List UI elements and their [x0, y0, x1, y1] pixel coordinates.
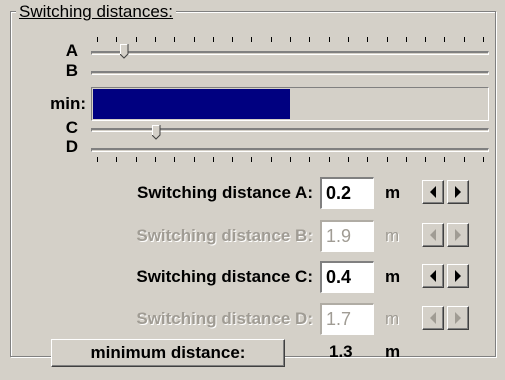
slider-tick	[174, 157, 175, 162]
min-distance-bar-fill	[93, 89, 290, 119]
arrow-left-icon	[430, 312, 436, 324]
slider-tick	[406, 37, 407, 42]
slider-tick	[464, 157, 465, 162]
slider-tick	[251, 37, 252, 42]
switching-distance-c-decrease-button[interactable]	[422, 264, 444, 288]
slider-tick	[464, 37, 465, 42]
switching-distance-a-input[interactable]: 0.2	[320, 177, 374, 209]
arrow-right-icon	[455, 186, 461, 198]
arrow-right-icon	[455, 270, 461, 282]
switching-distance-d-input: 1.7	[320, 303, 374, 335]
slider-tick	[367, 37, 368, 42]
switching-distance-d-decrease-button	[422, 306, 444, 330]
slider-tick	[444, 37, 445, 42]
slider-tick	[116, 37, 117, 42]
slider-tick	[387, 37, 388, 42]
slider-tick	[271, 157, 272, 162]
slider-a-thumb[interactable]	[120, 44, 129, 59]
slider-tick	[367, 157, 368, 162]
slider-a-track[interactable]	[91, 51, 489, 55]
slider-b-label: B	[65, 61, 78, 80]
arrow-right-icon	[455, 229, 461, 241]
slider-tick	[483, 37, 484, 42]
switching-distance-c-unit: m	[385, 267, 401, 286]
switching-distance-a-label: Switching distance A:	[136, 183, 313, 202]
slider-tick	[425, 157, 426, 162]
slider-tick	[136, 157, 137, 162]
switching-distances-panel: Switching distances: A B min: C D Switch…	[0, 0, 505, 380]
slider-tick	[232, 157, 233, 162]
switching-distance-d-label: Switching distance D:	[136, 309, 313, 328]
slider-tick	[194, 157, 195, 162]
switching-distance-c-label: Switching distance C:	[136, 267, 313, 286]
slider-tick	[387, 157, 388, 162]
slider-tick	[155, 157, 156, 162]
minimum-distance-button[interactable]: minimum distance:	[51, 339, 285, 367]
slider-tick	[213, 157, 214, 162]
slider-tick	[290, 157, 291, 162]
slider-tick	[425, 37, 426, 42]
switching-distance-b-input: 1.9	[320, 220, 374, 252]
slider-tick	[251, 157, 252, 162]
slider-tick	[444, 157, 445, 162]
switching-distance-a-decrease-button[interactable]	[422, 180, 444, 204]
slider-tick	[116, 157, 117, 162]
slider-a-label: A	[65, 41, 78, 60]
slider-ticks-top	[91, 37, 489, 43]
switching-distance-a-increase-button[interactable]	[447, 180, 469, 204]
slider-tick	[155, 37, 156, 42]
slider-tick	[309, 37, 310, 42]
slider-tick	[97, 157, 98, 162]
slider-tick	[348, 157, 349, 162]
arrow-left-icon	[430, 229, 436, 241]
slider-tick	[97, 37, 98, 42]
switching-distance-c-increase-button[interactable]	[447, 264, 469, 288]
slider-tick	[483, 157, 484, 162]
slider-tick	[329, 157, 330, 162]
switching-distance-b-increase-button	[447, 223, 469, 247]
slider-ticks-bottom	[91, 157, 489, 163]
slider-tick	[174, 37, 175, 42]
slider-b-track	[91, 71, 489, 75]
min-distance-bar	[91, 87, 489, 121]
slider-tick	[348, 37, 349, 42]
switching-distance-b-label: Switching distance B:	[136, 226, 313, 245]
arrow-left-icon	[430, 186, 436, 198]
slider-tick	[194, 37, 195, 42]
slider-d-track	[91, 148, 489, 152]
slider-tick	[329, 37, 330, 42]
minimum-distance-value: 1.3	[329, 342, 353, 361]
switching-distance-c-input[interactable]: 0.4	[320, 261, 374, 293]
slider-tick	[309, 157, 310, 162]
slider-tick	[213, 37, 214, 42]
slider-c-thumb[interactable]	[152, 125, 161, 140]
minimum-distance-unit: m	[385, 342, 401, 361]
group-title: Switching distances:	[16, 2, 177, 22]
arrow-right-icon	[455, 312, 461, 324]
slider-tick	[136, 37, 137, 42]
switching-distance-d-increase-button	[447, 306, 469, 330]
slider-tick	[271, 37, 272, 42]
slider-tick	[406, 157, 407, 162]
slider-tick	[232, 37, 233, 42]
slider-c-track[interactable]	[91, 128, 489, 132]
slider-d-label: D	[65, 137, 78, 156]
slider-c-label: C	[65, 118, 78, 137]
slider-tick	[290, 37, 291, 42]
min-bar-label: min:	[50, 94, 86, 113]
switching-distance-b-decrease-button	[422, 223, 444, 247]
switching-distance-d-unit: m	[385, 309, 400, 328]
switching-distance-b-unit: m	[385, 226, 400, 245]
arrow-left-icon	[430, 270, 436, 282]
switching-distance-a-unit: m	[385, 183, 401, 202]
